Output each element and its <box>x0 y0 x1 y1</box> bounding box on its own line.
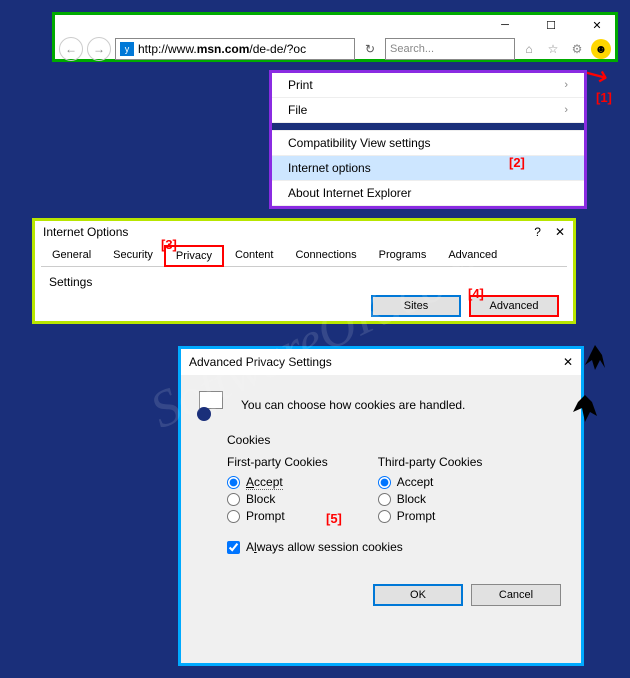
menu-item-file[interactable]: File› <box>272 98 584 123</box>
dialog-titlebar: Internet Options ? ✕ <box>35 221 573 243</box>
advanced-privacy-dialog: Advanced Privacy Settings ✕ You can choo… <box>178 346 584 666</box>
close-button[interactable]: ✕ <box>555 225 565 239</box>
first-party-column: First-party Cookies Accept Block Prompt <box>227 455 328 526</box>
callout-5: [5] <box>326 511 342 526</box>
internet-options-dialog: Internet Options ? ✕ General Security Pr… <box>32 218 576 324</box>
third-party-label: Third-party Cookies <box>378 455 483 469</box>
cancel-button[interactable]: Cancel <box>471 584 561 606</box>
home-icon[interactable]: ⌂ <box>519 39 539 59</box>
first-party-label: First-party Cookies <box>227 455 328 469</box>
tab-general[interactable]: General <box>41 245 102 266</box>
third-accept-radio[interactable]: Accept <box>378 475 483 489</box>
third-prompt-radio[interactable]: Prompt <box>378 509 483 523</box>
url-domain: msn.com <box>197 42 250 56</box>
cookies-section-label: Cookies <box>227 433 565 447</box>
third-party-column: Third-party Cookies Accept Block Prompt <box>378 455 483 526</box>
url-suffix: /de-de/?oc <box>249 42 306 56</box>
ok-button[interactable]: OK <box>373 584 463 606</box>
callout-4: [4] <box>468 286 484 301</box>
privacy-desc: You can choose how cookies are handled. <box>241 398 465 412</box>
first-block-radio[interactable]: Block <box>227 492 328 506</box>
close-button[interactable]: ✕ <box>581 16 613 34</box>
dialog-title: Advanced Privacy Settings <box>189 355 332 369</box>
window-controls: ─ ☐ ✕ <box>55 15 615 35</box>
menu-item-compat[interactable]: Compatibility View settings <box>272 131 584 156</box>
back-button[interactable]: ← <box>59 37 83 61</box>
first-prompt-radio[interactable]: Prompt <box>227 509 328 523</box>
callout-3: [3] <box>161 237 177 252</box>
browser-window: ─ ☐ ✕ ← → y http://www.msn.com/de-de/?oc… <box>52 12 618 62</box>
favorites-icon[interactable]: ☆ <box>543 39 563 59</box>
tab-connections[interactable]: Connections <box>284 245 367 266</box>
chevron-right-icon: › <box>564 79 568 91</box>
tab-strip: General Security Privacy Content Connect… <box>41 245 567 267</box>
tools-menu: Print› File› Compatibility View settings… <box>269 70 587 209</box>
help-button[interactable]: ? <box>534 225 541 239</box>
always-allow-checkbox[interactable]: Always allow session cookies <box>227 540 565 554</box>
menu-item-print[interactable]: Print› <box>272 73 584 98</box>
third-block-radio[interactable]: Block <box>378 492 483 506</box>
search-input[interactable]: Search... <box>385 38 515 60</box>
tab-advanced[interactable]: Advanced <box>437 245 508 266</box>
menu-item-about[interactable]: About Internet Explorer <box>272 181 584 206</box>
first-accept-radio[interactable]: Accept <box>227 475 328 489</box>
chevron-right-icon: › <box>564 104 568 116</box>
callout-2: [2] <box>509 155 525 170</box>
dialog-titlebar: Advanced Privacy Settings ✕ <box>181 349 581 375</box>
climbers-decoration <box>560 340 620 460</box>
address-bar[interactable]: y http://www.msn.com/de-de/?oc <box>115 38 355 60</box>
privacy-icon <box>197 389 229 421</box>
browser-toolbar: ← → y http://www.msn.com/de-de/?oc ↻ Sea… <box>55 35 615 63</box>
menu-item-internet-options[interactable]: Internet options <box>272 156 584 181</box>
sites-button[interactable]: Sites <box>371 295 461 317</box>
refresh-button[interactable]: ↻ <box>359 38 381 60</box>
url-prefix: http://www. <box>138 42 197 56</box>
gear-icon[interactable]: ⚙ <box>567 39 587 59</box>
tab-content[interactable]: Content <box>224 245 285 266</box>
forward-button[interactable]: → <box>87 37 111 61</box>
dialog-title: Internet Options <box>43 225 128 239</box>
minimize-button[interactable]: ─ <box>489 16 521 34</box>
callout-1: [1] <box>596 90 612 105</box>
tab-programs[interactable]: Programs <box>368 245 438 266</box>
menu-separator-dark <box>272 123 584 131</box>
site-icon: y <box>120 42 134 56</box>
tab-security[interactable]: Security <box>102 245 164 266</box>
maximize-button[interactable]: ☐ <box>535 16 567 34</box>
